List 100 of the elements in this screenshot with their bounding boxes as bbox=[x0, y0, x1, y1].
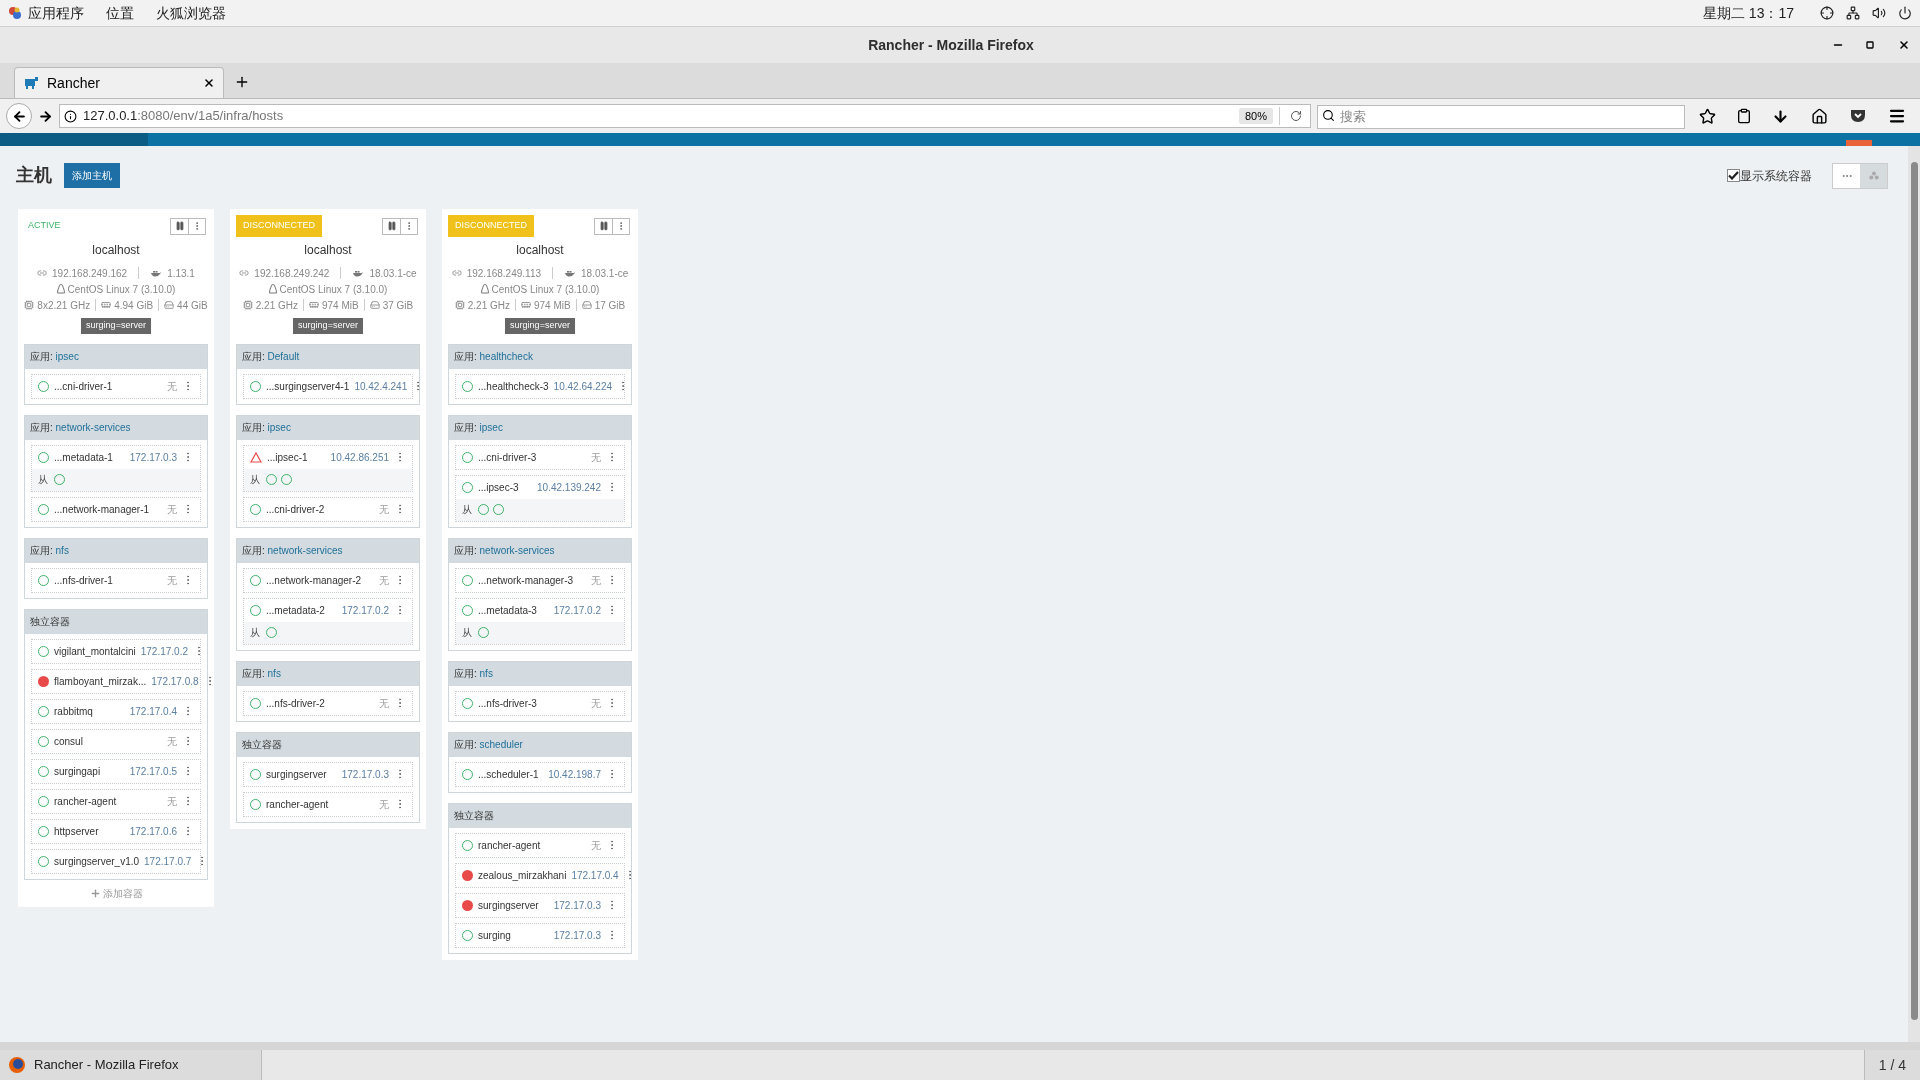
docker-version: 1.13.1 bbox=[167, 266, 195, 281]
container-row[interactable]: ...cni-driver-3 无 bbox=[455, 444, 625, 470]
workspace-indicator[interactable]: 1 / 4 bbox=[1863, 1050, 1920, 1080]
host-state-badge: DISCONNECTED bbox=[448, 215, 534, 237]
desktop-menu[interactable]: 火狐浏览器 bbox=[156, 2, 226, 24]
container-address: 10.42.64.224 bbox=[553, 379, 612, 394]
container-address: 172.17.0.3 bbox=[553, 928, 601, 943]
docker-version: 18.03.1-ce bbox=[581, 266, 629, 281]
container-row[interactable]: surgingserver_v1.0 172.17.0.7 bbox=[31, 848, 201, 874]
container-name: rancher-agent bbox=[54, 794, 118, 809]
address-field[interactable]: 127.0.0.1:8080/env/1a5/infra/hosts 80% bbox=[59, 104, 1311, 128]
container-row[interactable]: rabbitmq 172.17.0.4 bbox=[31, 698, 201, 724]
power-icon[interactable] bbox=[1898, 6, 1912, 20]
forward-icon[interactable] bbox=[38, 108, 53, 124]
container-row[interactable]: surging 172.17.0.3 bbox=[455, 922, 625, 948]
container-name: ...network-manager-1 bbox=[54, 502, 151, 517]
container-name: ...cni-driver-1 bbox=[54, 379, 114, 394]
container-row[interactable]: ...cni-driver-2 无 bbox=[243, 496, 413, 522]
maximize-icon[interactable] bbox=[1866, 41, 1874, 49]
info-icon[interactable] bbox=[64, 109, 77, 123]
container-row[interactable]: ...scheduler-1 10.42.198.7 bbox=[455, 761, 625, 787]
bookmark-star-icon[interactable] bbox=[1699, 107, 1716, 125]
show-system-checkbox[interactable] bbox=[1727, 169, 1740, 182]
container-row[interactable]: httpserver 172.17.0.6 bbox=[31, 818, 201, 844]
container-address: 无 bbox=[167, 794, 177, 809]
stack-title: 应用: network-services bbox=[454, 544, 555, 558]
container-row[interactable]: ...ipsec-1 10.42.86.251 从 bbox=[243, 444, 413, 492]
container-row[interactable]: surgingserver 172.17.0.3 bbox=[243, 761, 413, 787]
container-name: surgingserver bbox=[478, 898, 540, 913]
container-name: ...network-manager-3 bbox=[478, 573, 575, 588]
close-icon[interactable] bbox=[1898, 39, 1910, 51]
clock[interactable]: 星期二 13：17 bbox=[1702, 2, 1794, 24]
new-tab-icon[interactable] bbox=[234, 74, 250, 90]
host-disk: 44 GiB bbox=[177, 298, 208, 313]
container-name: ...metadata-1 bbox=[54, 450, 114, 465]
container-row[interactable]: ...metadata-3 172.17.0.2 从 bbox=[455, 597, 625, 645]
host-memory: 974 MiB bbox=[322, 298, 359, 313]
pause-icon bbox=[386, 221, 397, 231]
cpu-icon bbox=[24, 300, 35, 310]
taskbar-window-button[interactable]: Rancher - Mozilla Firefox bbox=[0, 1050, 262, 1080]
back-button[interactable] bbox=[6, 103, 32, 129]
host-label-tag: surging=server bbox=[505, 318, 575, 334]
shield-icon[interactable] bbox=[1850, 109, 1866, 123]
container-row[interactable]: ...network-manager-2 无 bbox=[243, 567, 413, 593]
clipboard-icon[interactable] bbox=[1736, 108, 1752, 124]
container-name: ...metadata-3 bbox=[478, 603, 538, 618]
search-field[interactable]: 搜索 bbox=[1317, 104, 1685, 129]
container-address: 172.17.0.3 bbox=[341, 767, 389, 782]
container-row[interactable]: ...ipsec-3 10.42.139.242 从 bbox=[455, 474, 625, 522]
header-accent-icon bbox=[1846, 140, 1872, 146]
download-icon[interactable] bbox=[1772, 107, 1789, 125]
container-row[interactable]: consul 无 bbox=[31, 728, 201, 754]
home-icon[interactable] bbox=[1811, 107, 1828, 125]
host-os: CentOS Linux 7 (3.10.0) bbox=[67, 282, 176, 297]
container-address: 无 bbox=[591, 696, 601, 711]
container-address: 无 bbox=[167, 573, 177, 588]
container-row[interactable]: rancher-agent 无 bbox=[31, 788, 201, 814]
zoom-badge[interactable]: 80% bbox=[1238, 107, 1273, 125]
show-system-label: 显示系统容器 bbox=[1740, 167, 1812, 185]
container-row[interactable]: ...nfs-driver-3 无 bbox=[455, 690, 625, 716]
desktop-menu[interactable]: 位置 bbox=[106, 2, 134, 24]
network-icon[interactable] bbox=[1846, 6, 1860, 20]
container-address: 172.17.0.4 bbox=[571, 868, 619, 883]
tab-close-icon[interactable] bbox=[203, 77, 215, 89]
container-address: 172.17.0.3 bbox=[129, 450, 177, 465]
container-row[interactable]: vigilant_montalcini 172.17.0.2 bbox=[31, 638, 201, 664]
container-name: ...ipsec-3 bbox=[478, 480, 520, 495]
plus-icon bbox=[89, 887, 101, 899]
menu-icon[interactable] bbox=[1888, 107, 1906, 125]
container-row[interactable]: ...metadata-1 172.17.0.3 从 bbox=[31, 444, 201, 492]
container-row[interactable]: ...nfs-driver-2 无 bbox=[243, 690, 413, 716]
container-row[interactable]: surgingserver 172.17.0.3 bbox=[455, 892, 625, 918]
whale-icon bbox=[564, 269, 577, 277]
container-address: 172.17.0.5 bbox=[129, 764, 177, 779]
container-row[interactable]: ...cni-driver-1 无 bbox=[31, 373, 201, 399]
container-row[interactable]: rancher-agent 无 bbox=[243, 791, 413, 817]
volume-icon[interactable] bbox=[1872, 6, 1886, 20]
container-address: 172.17.0.7 bbox=[144, 854, 192, 869]
container-address: 172.17.0.2 bbox=[341, 603, 389, 618]
host-name: localhost bbox=[516, 242, 564, 259]
container-row[interactable]: ...network-manager-1 无 bbox=[31, 496, 201, 522]
docker-version: 18.03.1-ce bbox=[369, 266, 417, 281]
container-row[interactable]: rancher-agent 无 bbox=[455, 832, 625, 858]
window-title: Rancher - Mozilla Firefox bbox=[868, 35, 1034, 55]
reload-icon[interactable] bbox=[1290, 110, 1302, 122]
location-icon[interactable] bbox=[1820, 6, 1834, 20]
add-host-button[interactable]: 添加主机 bbox=[64, 163, 120, 188]
container-row[interactable]: ...metadata-2 172.17.0.2 从 bbox=[243, 597, 413, 645]
container-address: 无 bbox=[379, 797, 389, 812]
container-row[interactable]: ...nfs-driver-1 无 bbox=[31, 567, 201, 593]
search-icon bbox=[1322, 109, 1335, 122]
stack-title: 应用: nfs bbox=[454, 667, 493, 681]
container-name: ...nfs-driver-1 bbox=[54, 573, 114, 588]
browser-tab[interactable]: Rancher bbox=[14, 67, 224, 98]
host-ip: 192.168.249.162 bbox=[52, 266, 128, 281]
desktop-menu[interactable]: 应用程序 bbox=[28, 2, 84, 24]
container-row[interactable]: ...healthcheck-3 10.42.64.224 bbox=[455, 373, 625, 399]
container-row[interactable]: ...network-manager-3 无 bbox=[455, 567, 625, 593]
container-row[interactable]: surgingapi 172.17.0.5 bbox=[31, 758, 201, 784]
app-menu-icon[interactable] bbox=[8, 6, 22, 20]
